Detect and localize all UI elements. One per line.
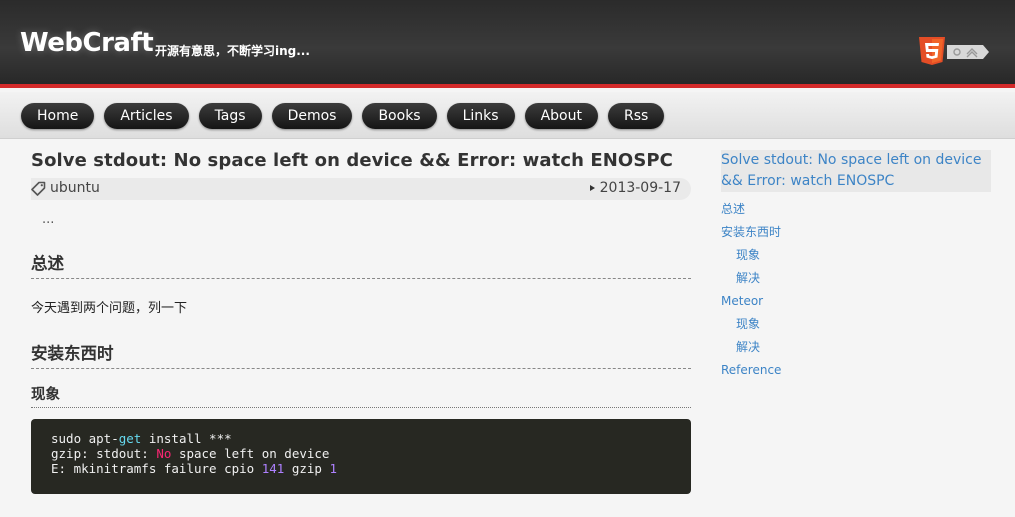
date-label: 2013-09-17 [599,180,681,196]
article-excerpt-ellipsis: ... [42,212,55,227]
toc-item-install[interactable]: 安装东西时 [721,221,991,244]
toc-item-meteor-solution[interactable]: 解决 [721,336,991,359]
nav-articles[interactable]: Articles [104,103,189,129]
article-date: 2013-09-17 [589,180,681,196]
date-arrow-icon [589,185,595,191]
toc-list: 总述 安装东西时 现象 解决 Meteor 现象 解决 Reference [721,198,991,382]
article-title: Solve stdout: No space left on device &&… [31,150,673,171]
nav-rss[interactable]: Rss [607,103,665,129]
toc-title-link[interactable]: Solve stdout: No space left on device &&… [721,150,991,192]
nav-demos[interactable]: Demos [271,103,353,129]
toc-item-install-symptom[interactable]: 现象 [721,244,991,267]
html5-badge-icon [919,37,989,65]
code-block: sudo apt-get install *** gzip: stdout: N… [31,419,691,494]
toc-item-overview[interactable]: 总述 [721,198,991,221]
article-tag[interactable]: ubuntu [31,180,100,196]
site-logo[interactable]: WebCraft [20,28,154,58]
site-tagline: 开源有意思，不断学习ing... [155,44,310,58]
main-nav: Home Articles Tags Demos Books Links Abo… [21,103,665,129]
toc-item-meteor[interactable]: Meteor [721,290,991,313]
nav-books[interactable]: Books [362,103,437,129]
toc-item-meteor-symptom[interactable]: 现象 [721,313,991,336]
article-meta: ubuntu 2013-09-17 [31,178,691,200]
nav-home[interactable]: Home [21,103,95,129]
toc-item-reference[interactable]: Reference [721,359,991,382]
site-header: WebCraft 开源有意思，不断学习ing... [0,0,1015,88]
nav-bar: Home Articles Tags Demos Books Links Abo… [0,92,1015,139]
section-heading-install: 安装东西时 [31,340,691,369]
section-heading-symptom: 现象 [31,383,691,408]
tag-label[interactable]: ubuntu [50,180,100,196]
table-of-contents: Solve stdout: No space left on device &&… [721,150,991,382]
section-heading-overview: 总述 [31,250,691,279]
nav-tags[interactable]: Tags [198,103,262,129]
nav-links[interactable]: Links [446,103,515,129]
overview-paragraph: 今天遇到两个问题，列一下 [31,301,188,316]
nav-about[interactable]: About [524,103,598,129]
article: Solve stdout: No space left on device &&… [31,150,691,494]
tag-icon [31,181,46,196]
toc-item-install-solution[interactable]: 解决 [721,267,991,290]
